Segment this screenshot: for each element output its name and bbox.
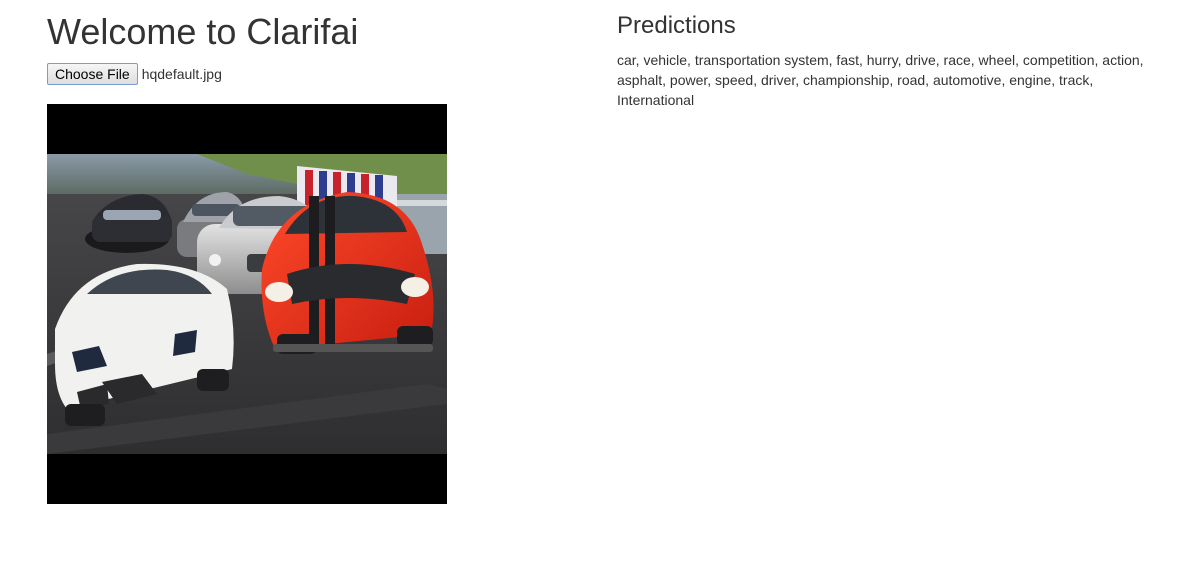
page-title: Welcome to Clarifai <box>47 11 359 52</box>
file-upload-row: Choose File hqdefault.jpg <box>47 63 567 85</box>
choose-file-button[interactable]: Choose File <box>47 63 138 85</box>
race-cars-image <box>47 154 447 454</box>
predictions-tags: car, vehicle, transportation system, fas… <box>617 52 1144 108</box>
left-column: Welcome to Clarifai Choose File hqdefaul… <box>47 0 567 504</box>
right-column: Predictions car, vehicle, transportation… <box>617 0 1167 110</box>
predictions-heading: Predictions <box>617 12 736 39</box>
selected-file-name: hqdefault.jpg <box>141 66 222 82</box>
uploaded-image-preview <box>47 104 447 504</box>
